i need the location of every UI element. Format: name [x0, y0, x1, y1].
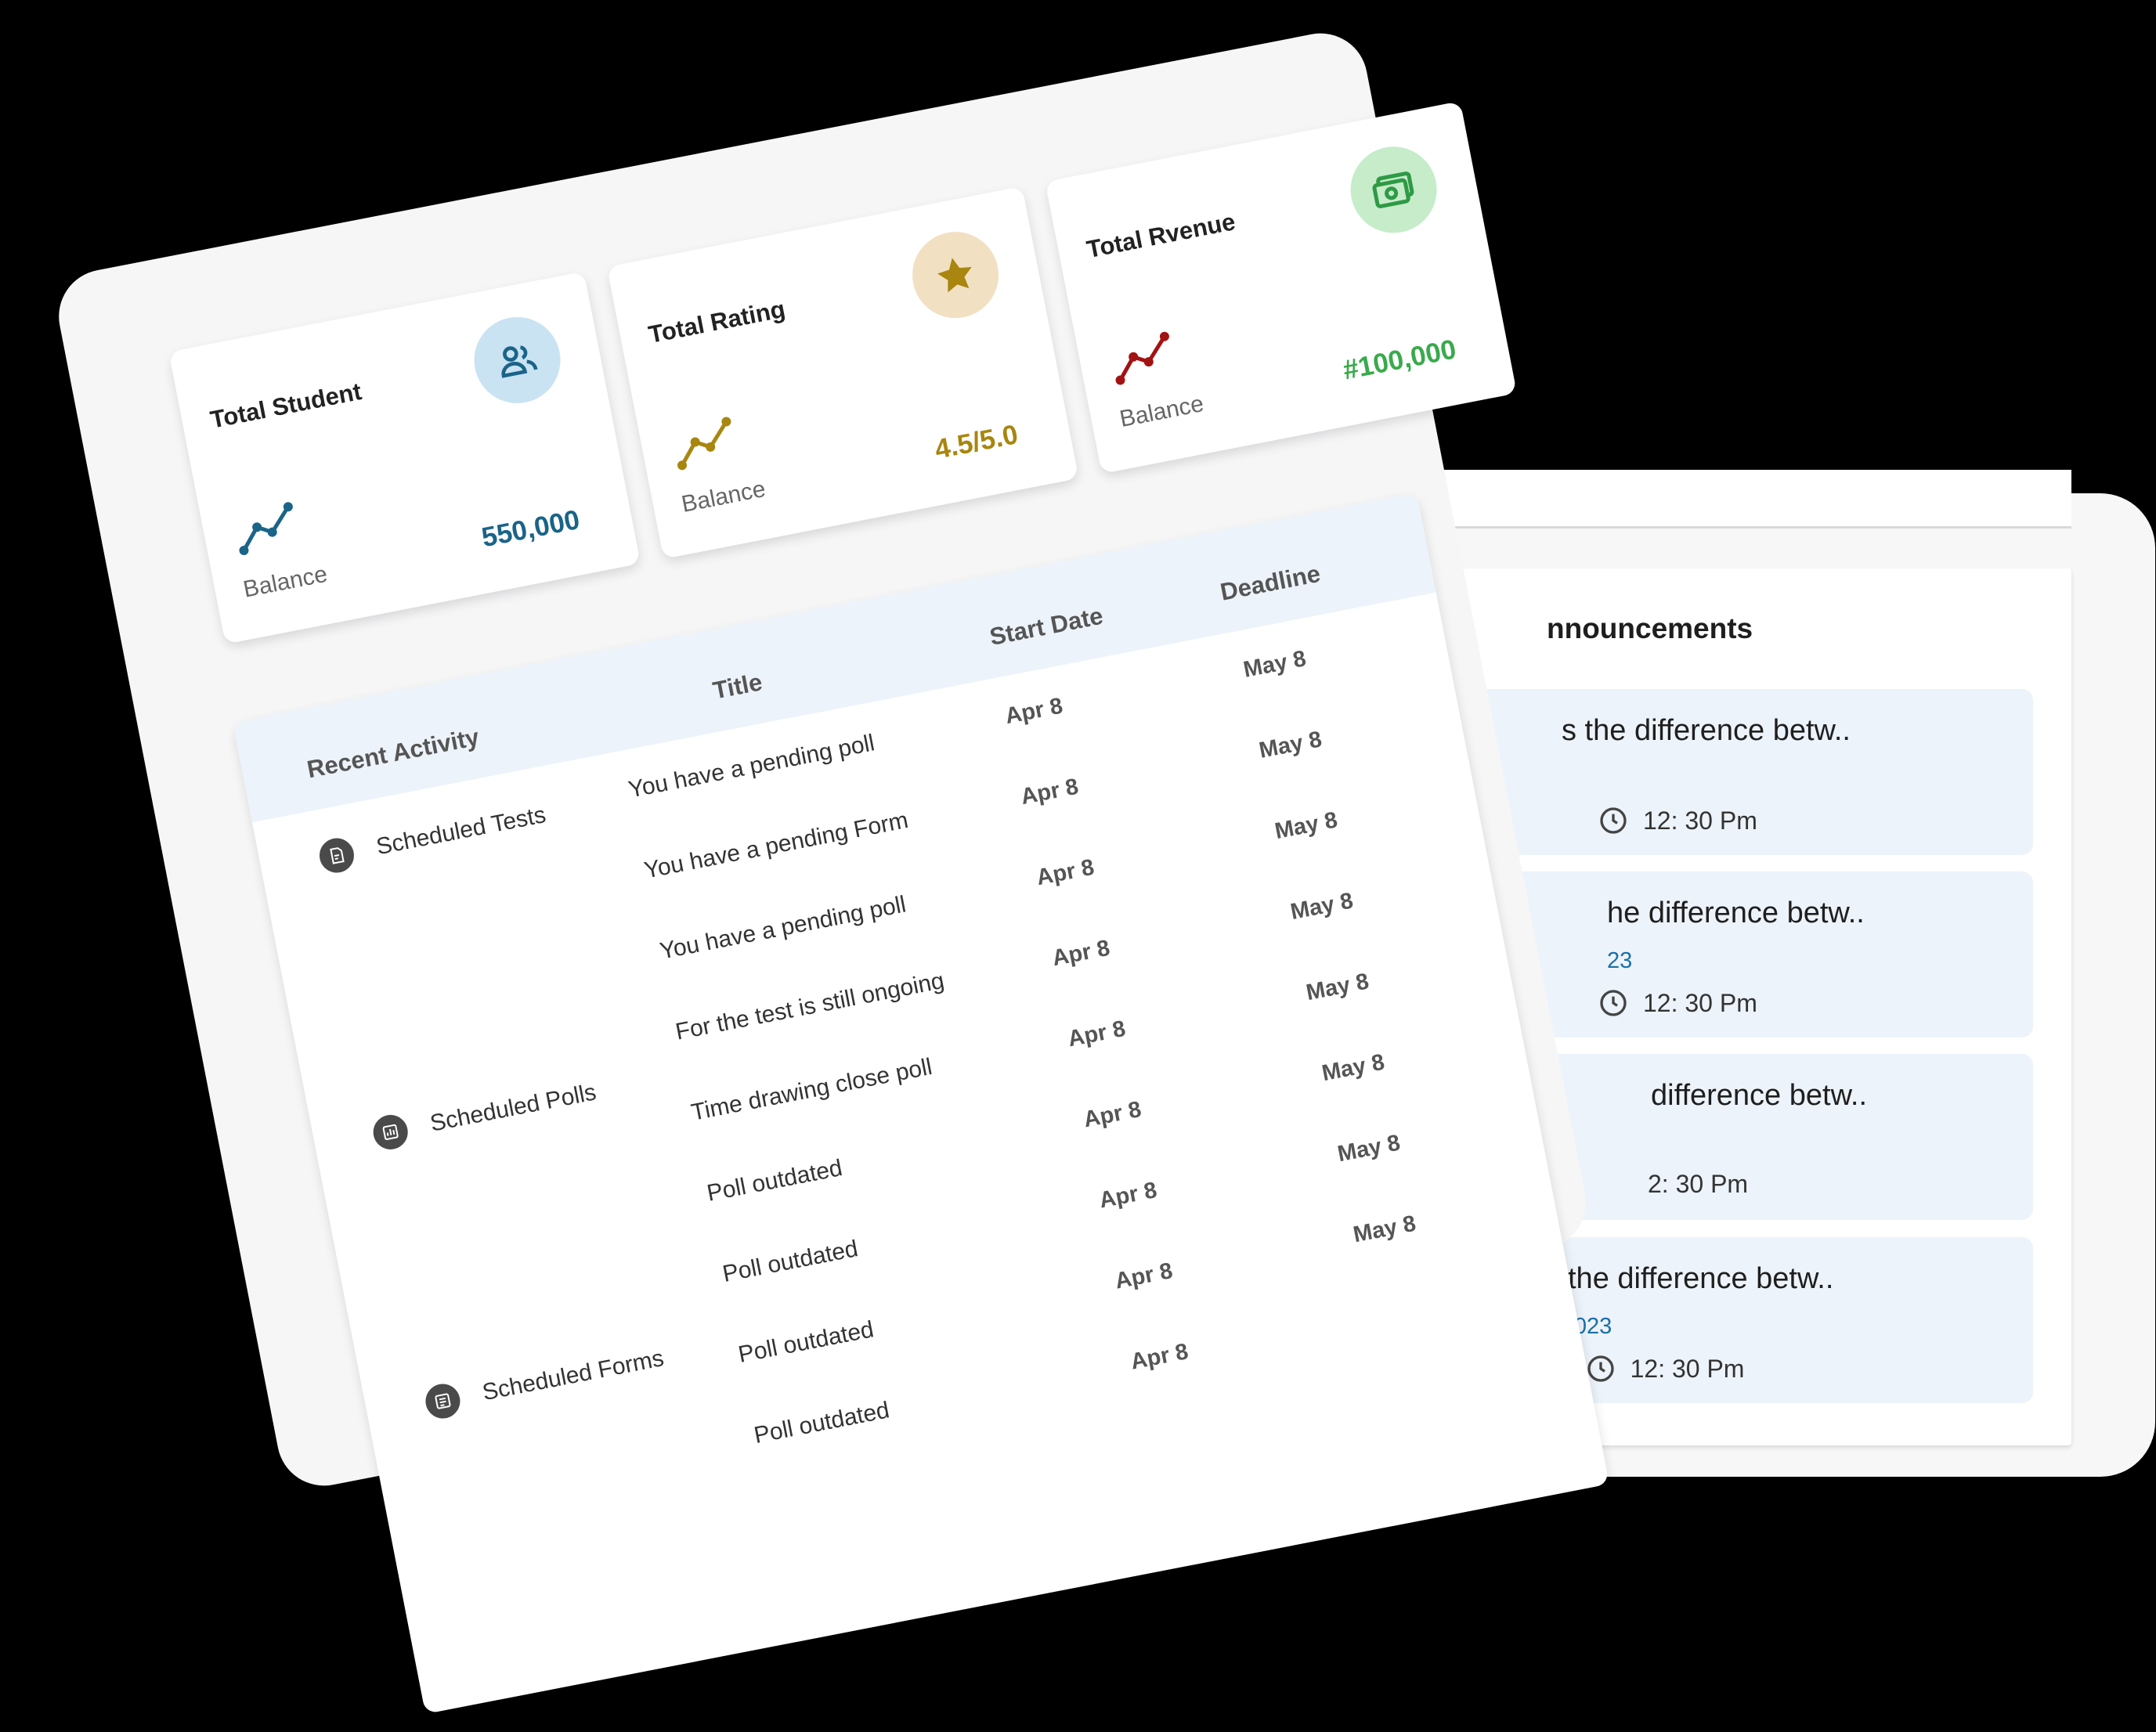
row-deadline: May 8 [1288, 888, 1356, 926]
announcements-title: nnouncements [1547, 612, 1753, 644]
previous-card-edge [1390, 470, 2071, 529]
announcement-time: 12: 30 Pm [1643, 806, 1757, 835]
announcement-question: he difference betw.. [1607, 897, 1865, 929]
row-title[interactable]: Poll outdated [720, 1236, 860, 1288]
row-deadline: May 8 [1351, 1211, 1418, 1248]
announcement-question: difference betw.. [1651, 1079, 1868, 1112]
header-title: Title [710, 668, 765, 705]
header-start-date: Start Date [987, 601, 1106, 651]
trend-sparkline-icon [677, 417, 731, 471]
header-deadline: Deadline [1218, 559, 1323, 606]
clock-icon [1587, 1355, 1614, 1382]
row-start-date: Apr 8 [1002, 693, 1065, 730]
row-deadline: May 8 [1320, 1049, 1387, 1087]
section-scheduled-tests[interactable]: Scheduled Tests [316, 798, 549, 876]
section-scheduled-forms[interactable]: Scheduled Forms [422, 1341, 667, 1422]
announcement-question: s the difference betw.. [1562, 714, 1851, 747]
row-deadline: May 8 [1273, 807, 1340, 845]
star-icon [905, 224, 1006, 326]
section-scheduled-polls[interactable]: Scheduled Polls [370, 1075, 599, 1153]
row-start-date: Apr 8 [1113, 1258, 1175, 1294]
stat-value: 550,000 [479, 503, 583, 554]
clock-icon [1600, 807, 1627, 834]
row-title[interactable]: Poll outdated [705, 1155, 844, 1207]
dashboard-panel: Total Student Balance 550,000 Total Rati… [50, 25, 1610, 1715]
announcement-time: 2: 30 Pm [1648, 1170, 1749, 1198]
row-start-date: Apr 8 [1081, 1096, 1143, 1133]
stat-card-total-student[interactable]: Total Student Balance 550,000 [168, 271, 641, 644]
trend-sparkline-icon [239, 502, 293, 556]
clock-icon [1600, 990, 1627, 1016]
announcement-date: 23 [1607, 948, 1633, 973]
row-title[interactable]: You have a pending Form [642, 807, 911, 885]
balance-label: Balance [679, 475, 768, 518]
row-start-date: Apr 8 [1049, 935, 1112, 972]
test-document-icon [316, 835, 357, 876]
stat-card-total-revenue[interactable]: Total Rvenue Balance #100,000 [1045, 101, 1518, 474]
row-deadline: May 8 [1304, 969, 1371, 1006]
section-label: Scheduled Tests [374, 802, 548, 861]
stat-label: Total Student [208, 377, 364, 434]
row-title[interactable]: Poll outdated [736, 1316, 876, 1369]
users-icon [467, 309, 569, 411]
section-label: Scheduled Forms [480, 1345, 666, 1406]
trend-sparkline-icon [1115, 331, 1169, 385]
stat-label: Total Rvenue [1084, 207, 1238, 264]
header-recent-activity: Recent Activity [305, 723, 482, 784]
stat-value: 4.5/5.0 [932, 419, 1020, 465]
row-start-date: Apr 8 [1018, 774, 1081, 810]
section-label: Scheduled Polls [428, 1079, 598, 1137]
row-title[interactable]: For the test is still ongoing [674, 968, 947, 1046]
row-deadline: May 8 [1335, 1130, 1403, 1167]
cash-icon [1343, 139, 1445, 240]
row-title[interactable]: You have a pending poll [658, 891, 908, 965]
row-deadline: May 8 [1241, 646, 1309, 683]
poll-chart-icon [370, 1112, 411, 1153]
announcement-time: 12: 30 Pm [1630, 1354, 1745, 1383]
stat-value: #100,000 [1340, 334, 1459, 386]
row-start-date: Apr 8 [1129, 1339, 1190, 1375]
announcement-item[interactable]: s the difference betw.. 12: 30 Pm [1430, 689, 2033, 855]
announcement-question: is the difference betw.. [1538, 1262, 1834, 1295]
row-start-date: Apr 8 [1034, 854, 1096, 891]
balance-label: Balance [1118, 391, 1206, 433]
stat-card-total-rating[interactable]: Total Rating Balance 4.5/5.0 [606, 186, 1079, 559]
balance-label: Balance [240, 561, 330, 603]
stat-label: Total Rating [646, 294, 788, 348]
row-deadline: May 8 [1257, 727, 1324, 763]
row-title[interactable]: Poll outdated [752, 1397, 891, 1449]
row-title[interactable]: Time drawing close poll [689, 1054, 934, 1127]
row-start-date: Apr 8 [1097, 1177, 1159, 1214]
recent-activity-table: Recent Activity Title Start Date Deadlin… [233, 492, 1610, 1715]
row-start-date: Apr 8 [1065, 1016, 1128, 1052]
form-list-icon [422, 1380, 464, 1422]
announcement-time: 12: 30 Pm [1643, 988, 1757, 1017]
